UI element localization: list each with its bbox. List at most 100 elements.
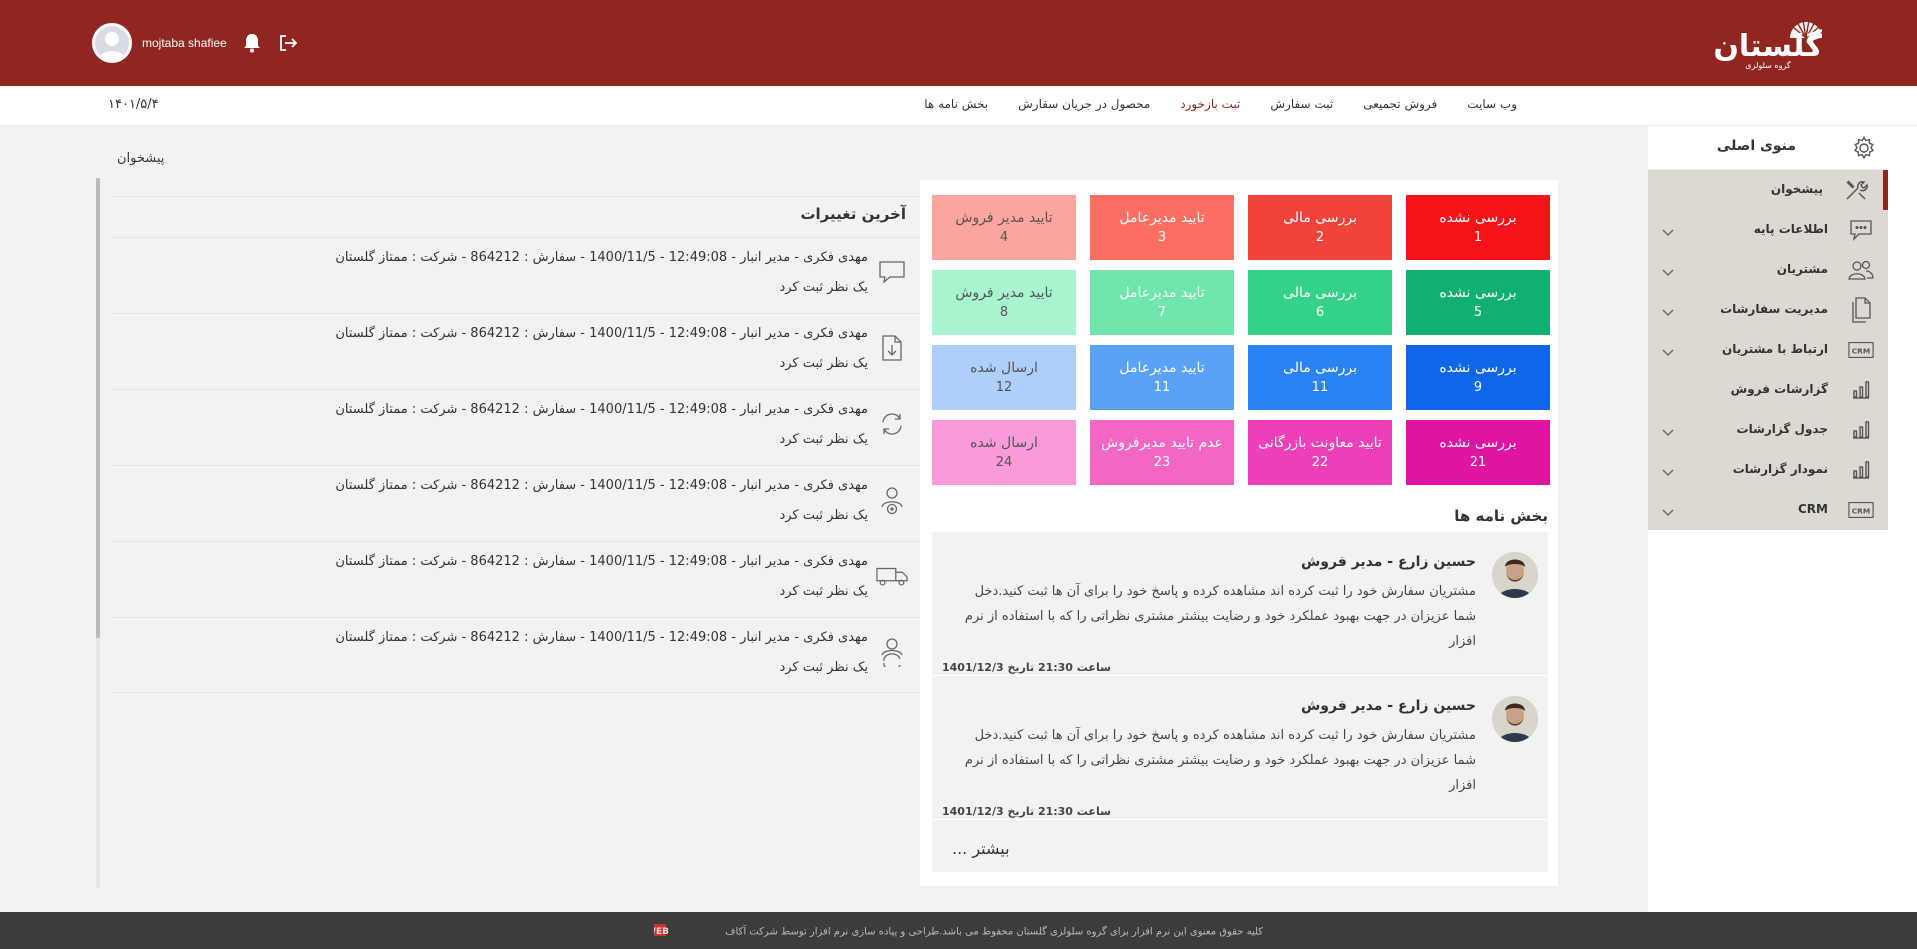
- bar-chart-icon: [1848, 418, 1874, 442]
- circulars-list: حسین زارع - مدیر فروش مشتریان سفارش خود ر…: [932, 532, 1548, 872]
- sidebar-item-label: مشتریان: [1776, 262, 1828, 276]
- sidebar-item[interactable]: گزارشات فروش: [1648, 370, 1888, 410]
- bell-icon[interactable]: [241, 32, 263, 54]
- more-link[interactable]: بیشتر ...: [952, 839, 1010, 858]
- status-tile[interactable]: بررسی مالی 6: [1248, 270, 1392, 335]
- status-tile[interactable]: بررسی نشده 1: [1406, 195, 1550, 260]
- gear-icon[interactable]: [1852, 136, 1876, 164]
- status-tile[interactable]: تایید مدیرعامل 7: [1090, 270, 1234, 335]
- recent-changes-title: آخرین تغییرات: [800, 205, 906, 223]
- scrollbar[interactable]: [96, 178, 100, 888]
- status-tile[interactable]: بررسی نشده 5: [1406, 270, 1550, 335]
- change-item[interactable]: مهدی فکری - مدیر انبار - 12:49:08 - 1400…: [112, 617, 920, 693]
- status-tile-label: عدم تایید مدیرفروش: [1101, 434, 1223, 451]
- sidebar-item[interactable]: نمودار گزارشات: [1648, 450, 1888, 490]
- user-avatar[interactable]: [92, 23, 132, 63]
- nav-link[interactable]: محصول در جریان سفارش: [1018, 97, 1150, 111]
- status-tile-count: 11: [1311, 379, 1329, 395]
- sidebar-item[interactable]: جدول گزارشات: [1648, 410, 1888, 450]
- status-tile[interactable]: عدم تایید مدیرفروش 23: [1090, 420, 1234, 485]
- nav-link[interactable]: ثبت سفارش: [1270, 97, 1333, 111]
- sidebar-item[interactable]: CRM CRM: [1648, 490, 1888, 530]
- user-area: mojtaba shafiee: [92, 22, 299, 64]
- svg-text:CRM: CRM: [1852, 347, 1871, 356]
- status-tile[interactable]: بررسی مالی 11: [1248, 345, 1392, 410]
- change-item[interactable]: مهدی فکری - مدیر انبار - 12:49:08 - 1400…: [112, 541, 920, 617]
- sidebar-item[interactable]: مشتریان: [1648, 250, 1888, 290]
- recent-changes-list: مهدی فکری - مدیر انبار - 12:49:08 - 1400…: [112, 237, 920, 693]
- status-tile[interactable]: تایید مدیرعامل 3: [1090, 195, 1234, 260]
- change-summary: مهدی فکری - مدیر انبار - 12:49:08 - 1400…: [335, 326, 868, 341]
- username[interactable]: mojtaba shafiee: [142, 36, 227, 50]
- nav-link[interactable]: ثبت بازخورد: [1180, 97, 1240, 111]
- status-tile-count: 4: [999, 229, 1009, 245]
- status-tile-label: تایید مدیر فروش: [955, 284, 1053, 301]
- sidebar-menu: پیشخوان اطلاعات پایه مشتریان مدیریت سفارشات…: [1648, 170, 1888, 530]
- user-add-icon: [876, 484, 908, 516]
- change-action: یک نظر ثبت کرد: [779, 584, 868, 599]
- sidebar-item-label: ارتباط با مشتریان: [1721, 342, 1828, 356]
- status-tile[interactable]: تایید مدیر فروش 8: [932, 270, 1076, 335]
- change-item[interactable]: مهدی فکری - مدیر انبار - 12:49:08 - 1400…: [112, 465, 920, 541]
- status-tile-count: 1: [1473, 229, 1483, 245]
- recent-changes-panel: آخرین تغییرات مهدی فکری - مدیر انبار - 1…: [112, 196, 920, 886]
- status-tile[interactable]: تایید مدیر فروش 4: [932, 195, 1076, 260]
- nav-link[interactable]: وب سایت: [1467, 97, 1517, 111]
- status-tile[interactable]: تایید مدیرعامل 11: [1090, 345, 1234, 410]
- akafweb-logo[interactable]: AKAFWEB: [619, 923, 716, 940]
- refresh-icon: [876, 408, 908, 440]
- change-action: یک نظر ثبت کرد: [779, 432, 868, 447]
- nav-link[interactable]: بخش نامه ها: [924, 97, 988, 111]
- status-tile[interactable]: ارسال شده 24: [932, 420, 1076, 485]
- status-tile-label: بررسی نشده: [1439, 359, 1517, 376]
- status-tile[interactable]: بررسی نشده 9: [1406, 345, 1550, 410]
- status-tile-label: تایید مدیرعامل: [1119, 209, 1205, 226]
- sidebar-item[interactable]: پیشخوان: [1648, 170, 1888, 210]
- chevron-down-icon[interactable]: [1662, 262, 1674, 281]
- status-tile[interactable]: ارسال شده 12: [932, 345, 1076, 410]
- status-tile-count: 24: [995, 454, 1013, 470]
- chevron-down-icon[interactable]: [1662, 502, 1674, 521]
- status-tile[interactable]: بررسی مالی 2: [1248, 195, 1392, 260]
- status-tile-label: بررسی مالی: [1283, 209, 1357, 226]
- header-bar: گلستان گروه سلولزی mojtaba shafiee: [0, 0, 1917, 86]
- bar-chart-icon: [1848, 378, 1874, 402]
- logout-icon[interactable]: [277, 32, 299, 54]
- status-tile-count: 6: [1315, 304, 1325, 320]
- status-tile-count: 23: [1153, 454, 1171, 470]
- change-item[interactable]: مهدی فکری - مدیر انبار - 12:49:08 - 1400…: [112, 313, 920, 389]
- author-name: حسین زارع - مدیر فروش: [1300, 554, 1476, 570]
- chevron-down-icon[interactable]: [1662, 462, 1674, 481]
- logo-subtitle: گروه سلولزی: [1745, 60, 1791, 70]
- breadcrumb: پیشخوان: [117, 151, 165, 166]
- status-tile-count: 5: [1473, 304, 1483, 320]
- circular-text: مشتریان سفارش خود را ثبت کرده اند مشاهده…: [964, 584, 1476, 649]
- circular-item[interactable]: حسین زارع - مدیر فروش مشتریان سفارش خود ر…: [932, 676, 1548, 820]
- status-tile[interactable]: بررسی نشده 21: [1406, 420, 1550, 485]
- author-avatar: [1492, 552, 1538, 598]
- chevron-down-icon[interactable]: [1662, 422, 1674, 441]
- sidebar: منوی اصلی پیشخوان اطلاعات پایه مشتریان مدیر…: [1648, 126, 1888, 912]
- status-tile[interactable]: تایید معاونت بازرگانی 22: [1248, 420, 1392, 485]
- sidebar-item-label: نمودار گزارشات: [1732, 462, 1828, 476]
- logo-text: گلستان: [1713, 28, 1822, 64]
- brand-logo[interactable]: گلستان گروه سلولزی: [1712, 8, 1823, 72]
- scrollbar-thumb[interactable]: [96, 178, 100, 638]
- chevron-down-icon[interactable]: [1662, 222, 1674, 241]
- sidebar-item[interactable]: CRM ارتباط با مشتریان: [1648, 330, 1888, 370]
- sidebar-item-label: گزارشات فروش: [1730, 382, 1828, 396]
- sidebar-item-label: مدیریت سفارشات: [1720, 302, 1828, 316]
- status-tile-label: تایید مدیرعامل: [1119, 284, 1205, 301]
- circular-item[interactable]: حسین زارع - مدیر فروش مشتریان سفارش خود ر…: [932, 532, 1548, 676]
- change-item[interactable]: مهدی فکری - مدیر انبار - 12:49:08 - 1400…: [112, 237, 920, 313]
- status-tile-count: 3: [1157, 229, 1167, 245]
- sidebar-item[interactable]: مدیریت سفارشات: [1648, 290, 1888, 330]
- chevron-down-icon[interactable]: [1662, 342, 1674, 361]
- top-nav: وب سایت فروش تجمیعی ثبت سفارش ثبت بازخورد مح…: [924, 97, 1517, 111]
- status-tile-count: 12: [995, 379, 1013, 395]
- nav-link[interactable]: فروش تجمیعی: [1363, 97, 1437, 111]
- sidebar-item[interactable]: اطلاعات پایه: [1648, 210, 1888, 250]
- change-item[interactable]: مهدی فکری - مدیر انبار - 12:49:08 - 1400…: [112, 389, 920, 465]
- svg-text:CRM: CRM: [1852, 507, 1871, 516]
- chevron-down-icon[interactable]: [1662, 302, 1674, 321]
